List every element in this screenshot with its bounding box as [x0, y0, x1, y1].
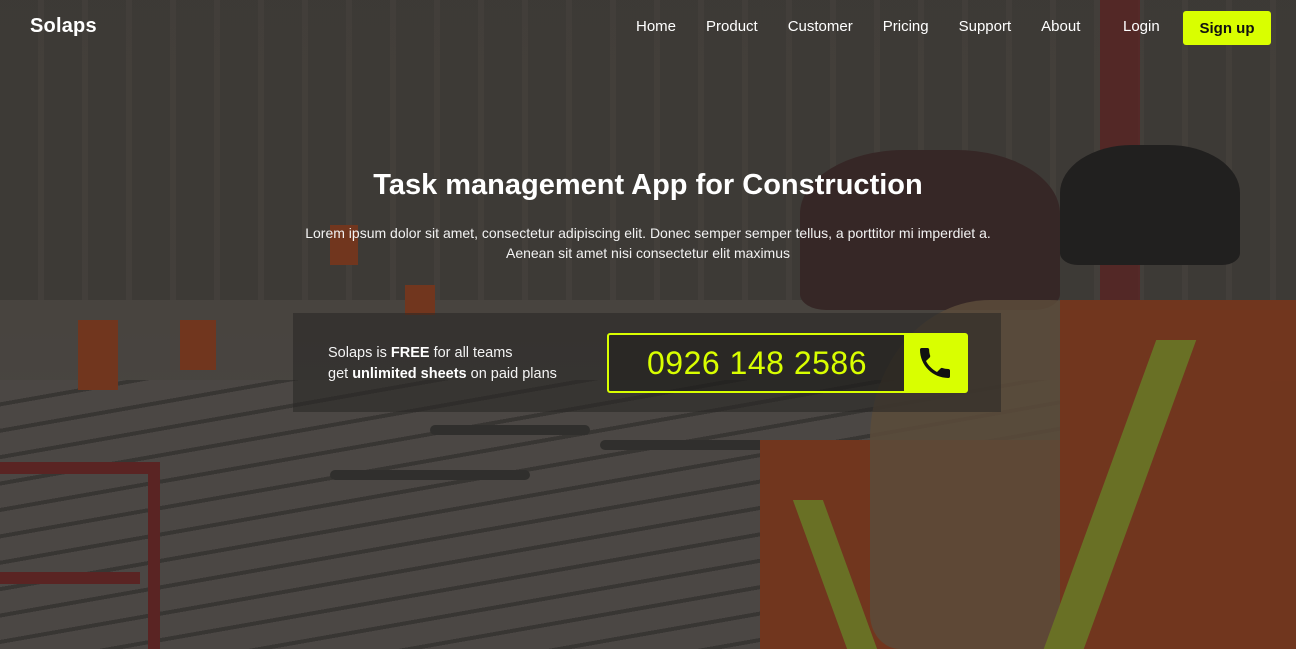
nav-about[interactable]: About [1026, 18, 1095, 36]
nav-pricing[interactable]: Pricing [868, 18, 944, 36]
phone-icon [920, 348, 950, 378]
offer-line1: Solaps is FREE for all teams [328, 345, 513, 361]
nav-product[interactable]: Product [691, 18, 773, 36]
signup-button[interactable]: Sign up [1183, 11, 1271, 45]
nav-customer[interactable]: Customer [773, 18, 868, 36]
hero-subtitle: Lorem ipsum dolor sit amet, consectetur … [298, 223, 998, 263]
phone-cta[interactable]: 0926 148 2586 [607, 333, 968, 393]
hero-section: Solaps Home Product Customer Pricing Sup… [0, 0, 1296, 649]
nav-support[interactable]: Support [944, 18, 1027, 36]
top-navbar: Solaps Home Product Customer Pricing Sup… [0, 0, 1296, 56]
phone-number[interactable]: 0926 148 2586 [609, 335, 905, 391]
hero-subtitle-line1: Lorem ipsum dolor sit amet, consectetur … [305, 225, 991, 241]
nav-home[interactable]: Home [621, 18, 691, 36]
offer-line2: get unlimited sheets on paid plans [328, 366, 557, 382]
main-menu: Home Product Customer Pricing Support Ab… [621, 18, 1095, 36]
login-link[interactable]: Login [1123, 18, 1160, 36]
call-button[interactable] [904, 335, 966, 391]
offer-text: Solaps is FREE for all teams get unlimit… [328, 343, 557, 385]
page-title: Task management App for Construction [373, 169, 923, 201]
brand-logo[interactable]: Solaps [30, 15, 97, 38]
hero-subtitle-line2: Aenean sit amet nisi consectetur elit ma… [505, 245, 790, 261]
